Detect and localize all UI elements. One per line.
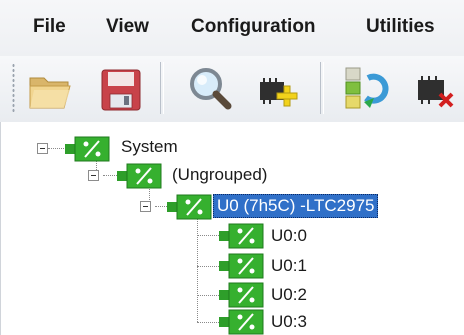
- device-node-icon: [65, 136, 111, 162]
- toolbar-separator: [160, 62, 164, 114]
- tree-connector: [103, 175, 117, 176]
- refresh-devices-icon: [338, 62, 392, 116]
- save-button[interactable]: [94, 62, 148, 116]
- menu-view[interactable]: View: [106, 16, 149, 38]
- tree-connector: [197, 218, 198, 322]
- tree-node-channel[interactable]: U0:0: [271, 225, 307, 247]
- collapse-toggle[interactable]: [140, 201, 151, 212]
- remove-device-button[interactable]: [408, 62, 462, 116]
- tree-node-system[interactable]: System: [121, 136, 178, 158]
- tree-connector: [48, 148, 64, 149]
- collapse-toggle[interactable]: [37, 143, 48, 154]
- refresh-devices-button[interactable]: [338, 62, 392, 116]
- tree-node-ungrouped[interactable]: (Ungrouped): [172, 164, 267, 186]
- remove-device-icon: [408, 62, 462, 116]
- add-device-button[interactable]: [250, 62, 304, 116]
- tree-connector: [197, 235, 221, 236]
- device-tree[interactable]: System (Ungrouped) U0 (7h5C) -LTC2975 U0…: [0, 122, 464, 335]
- channel-node-icon: [219, 223, 265, 249]
- open-button[interactable]: [24, 62, 78, 116]
- device-node-icon: [167, 194, 213, 220]
- tree-node-channel[interactable]: U0:3: [271, 311, 307, 333]
- collapse-toggle[interactable]: [88, 170, 99, 181]
- menu-utilities[interactable]: Utilities: [366, 16, 435, 38]
- toolbar-grip[interactable]: [12, 63, 15, 113]
- tree-node-device-selected[interactable]: U0 (7h5C) -LTC2975: [213, 194, 379, 218]
- channel-node-icon: [219, 253, 265, 279]
- channel-node-icon: [219, 282, 265, 308]
- tree-node-channel[interactable]: U0:1: [271, 255, 307, 277]
- tree-node-channel[interactable]: U0:2: [271, 284, 307, 306]
- menu-bar: File View Configuration Utilities: [0, 0, 464, 56]
- tree-connector: [197, 266, 221, 267]
- search-magnifier-icon: [182, 62, 236, 116]
- tree-connector: [197, 295, 221, 296]
- open-folder-icon: [24, 62, 78, 116]
- toolbar: [0, 56, 464, 123]
- device-node-icon: [117, 163, 163, 189]
- channel-node-icon: [219, 309, 265, 335]
- toolbar-separator: [320, 62, 324, 114]
- menu-configuration[interactable]: Configuration: [191, 16, 316, 38]
- search-button[interactable]: [182, 62, 236, 116]
- tree-connector: [197, 322, 221, 323]
- save-disk-icon: [94, 62, 148, 116]
- menu-file[interactable]: File: [33, 16, 66, 38]
- add-device-icon: [250, 62, 304, 116]
